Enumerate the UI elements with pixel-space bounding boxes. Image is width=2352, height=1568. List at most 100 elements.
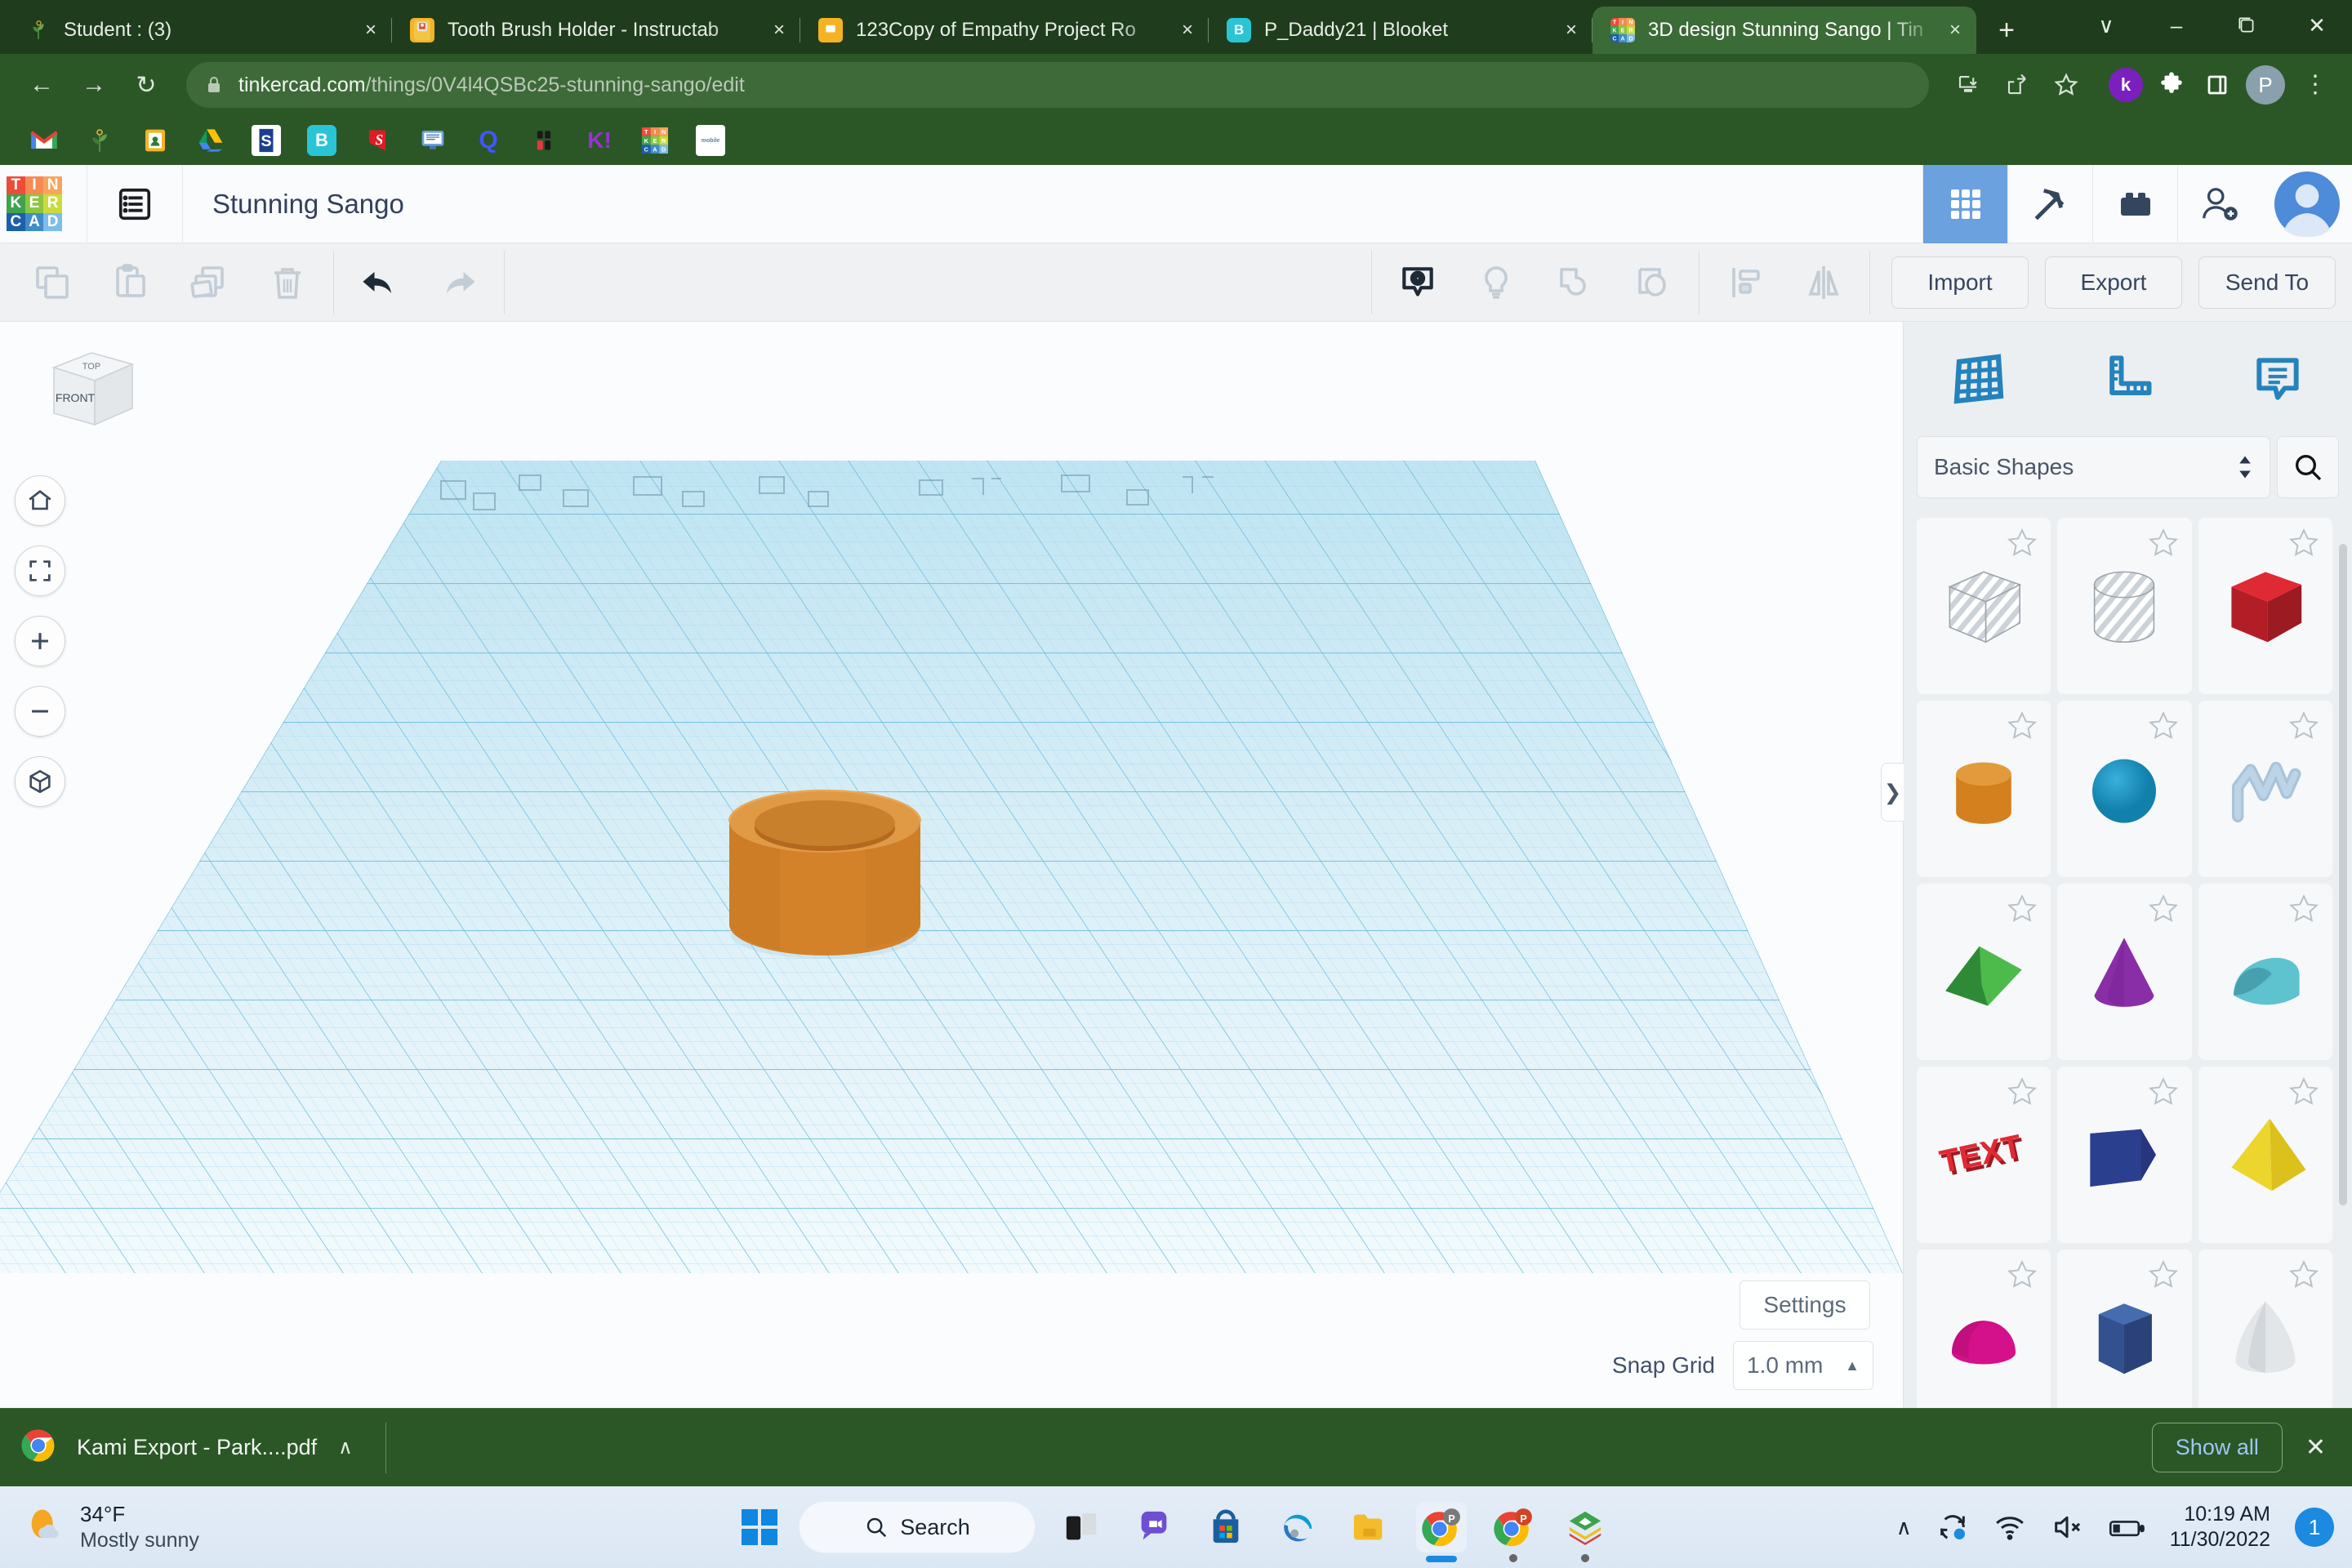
shape-search-button[interactable] <box>2277 436 2339 498</box>
favorite-star-icon[interactable] <box>2005 1075 2039 1109</box>
taskbar-clock[interactable]: 10:19 AM 11/30/2022 <box>2170 1502 2270 1553</box>
show-hide-button[interactable] <box>1379 243 1457 322</box>
avatar[interactable] <box>2262 165 2352 243</box>
fit-to-view-button[interactable] <box>15 546 65 596</box>
favorite-star-icon[interactable] <box>2146 892 2180 926</box>
blooket2-bookmark[interactable] <box>529 125 559 156</box>
drive-bookmark[interactable] <box>196 125 225 156</box>
design-canvas[interactable]: TOP FRONT Settings Snap Grid 1.0 mm ▲ <box>0 322 1903 1408</box>
favorite-star-icon[interactable] <box>2146 1258 2180 1292</box>
shape-scribble[interactable] <box>2198 701 2332 877</box>
codeblocks-button[interactable] <box>2007 164 2092 243</box>
battery-icon[interactable] <box>2108 1511 2145 1544</box>
ortho-perspective-button[interactable] <box>15 756 65 807</box>
side-panel-icon[interactable] <box>2200 68 2234 102</box>
extensions-puzzle-icon[interactable] <box>2154 68 2189 102</box>
page-title[interactable]: Stunning Sango <box>212 189 404 220</box>
paste-button[interactable] <box>91 243 170 322</box>
favorite-star-icon[interactable] <box>2287 526 2321 560</box>
blooket-bookmark[interactable]: B <box>307 125 336 156</box>
chrome-pdf-icon[interactable]: P <box>1416 1502 1467 1552</box>
shape-round-roof[interactable] <box>2198 884 2332 1060</box>
ungroup-button[interactable] <box>1614 243 1692 322</box>
browser-tab-1[interactable]: Tooth Brush Holder - Instructab × <box>392 7 800 54</box>
profile-avatar[interactable]: P <box>2246 65 2285 105</box>
delete-button[interactable] <box>248 243 327 322</box>
shape-wedge[interactable] <box>2057 1067 2192 1243</box>
tinkercad-bookmark[interactable]: TIN KER CAD <box>640 125 670 156</box>
notification-badge[interactable]: 1 <box>2295 1508 2334 1547</box>
back-button[interactable]: ← <box>18 61 65 109</box>
shape-paraboloid[interactable] <box>2198 1250 2332 1408</box>
chrome-menu-button[interactable]: ⋮ <box>2296 73 2334 97</box>
settings-button[interactable]: Settings <box>1740 1281 1870 1330</box>
shape-pyramid[interactable] <box>2198 1067 2332 1243</box>
panel-scrollbar[interactable] <box>2339 544 2347 1205</box>
shelf-close-button[interactable]: ✕ <box>2305 1433 2331 1462</box>
quizlet-bookmark[interactable]: Q <box>474 125 503 156</box>
browser-tab-3[interactable]: B P_Daddy21 | Blooket × <box>1209 7 1592 54</box>
favorite-star-icon[interactable] <box>2146 709 2180 743</box>
blocks-button[interactable] <box>2092 164 2177 243</box>
classroom-bookmark[interactable] <box>140 125 170 156</box>
view-cube[interactable]: TOP FRONT <box>41 345 144 436</box>
group-button[interactable] <box>1535 243 1614 322</box>
designs-grid-button[interactable] <box>1922 164 2007 243</box>
workplane[interactable] <box>0 444 1903 1359</box>
copy-button[interactable] <box>13 243 91 322</box>
windows-start-button[interactable] <box>742 1509 777 1545</box>
tab-close-button[interactable]: × <box>1555 14 1588 47</box>
import-button[interactable]: Import <box>1891 256 2029 309</box>
shape-category-select[interactable]: Basic Shapes <box>1917 436 2270 498</box>
shape-cylinder[interactable] <box>1917 701 2051 877</box>
chrome-powerpoint-icon[interactable]: P <box>1488 1502 1539 1552</box>
light-button[interactable] <box>1457 243 1535 322</box>
shape-roof[interactable] <box>1917 884 2051 1060</box>
undo-button[interactable] <box>341 243 419 322</box>
favorite-star-icon[interactable] <box>2287 1258 2321 1292</box>
panel-collapse-button[interactable]: ❯ <box>1881 763 1904 822</box>
shape-polygon[interactable] <box>2057 1250 2192 1408</box>
redo-button[interactable] <box>419 243 497 322</box>
download-item[interactable]: Kami Export - Park....pdf ∧ <box>21 1422 386 1473</box>
kami-extension[interactable]: k <box>2109 68 2143 102</box>
zoom-in-button[interactable] <box>15 616 65 666</box>
chevron-up-icon[interactable]: ∧ <box>338 1436 353 1459</box>
gmail-bookmark[interactable] <box>29 125 59 156</box>
shape-cone[interactable] <box>2057 884 2192 1060</box>
favorite-star-icon[interactable] <box>2287 709 2321 743</box>
scholastic-bookmark[interactable]: S <box>363 125 392 156</box>
weather-widget[interactable]: 34°F Mostly sunny <box>0 1501 199 1553</box>
shape-box[interactable] <box>2198 518 2332 694</box>
tab-close-button[interactable]: × <box>763 14 795 47</box>
shape-text[interactable]: TEXT TEXT <box>1917 1067 2051 1243</box>
show-all-button[interactable]: Show all <box>2151 1423 2283 1472</box>
share-icon[interactable] <box>1994 62 2040 108</box>
export-button[interactable]: Export <box>2045 256 2182 309</box>
favorite-star-icon[interactable] <box>2005 1258 2039 1292</box>
chat-icon[interactable] <box>1129 1502 1179 1552</box>
panel-tab-workplane[interactable] <box>1930 338 2028 420</box>
browser-tab-0[interactable]: Student : (3) × <box>8 7 392 54</box>
reload-button[interactable]: ↻ <box>122 61 170 109</box>
shape-box-hole[interactable] <box>1917 518 2051 694</box>
tab-close-button[interactable]: × <box>354 14 387 47</box>
file-explorer-icon[interactable] <box>1344 1502 1395 1552</box>
send-to-button[interactable]: Send To <box>2198 256 2336 309</box>
favorite-star-icon[interactable] <box>2005 709 2039 743</box>
zoom-out-button[interactable] <box>15 686 65 737</box>
new-tab-button[interactable]: + <box>1984 8 2029 52</box>
forward-button[interactable]: → <box>70 61 118 109</box>
panel-tab-ruler[interactable] <box>2079 338 2177 420</box>
schoology-bookmark[interactable]: S <box>252 125 281 156</box>
tab-close-button[interactable]: × <box>1171 14 1204 47</box>
bookmark-star-icon[interactable] <box>2043 62 2089 108</box>
invite-button[interactable] <box>2177 164 2262 243</box>
shape-half-sphere[interactable] <box>1917 1250 2051 1408</box>
maximize-button[interactable] <box>2212 0 2282 51</box>
favorite-star-icon[interactable] <box>2287 892 2321 926</box>
sync-icon[interactable] <box>1936 1511 1969 1544</box>
duplicate-button[interactable] <box>170 243 248 322</box>
shape-cylinder-hole[interactable] <box>2057 518 2192 694</box>
volume-muted-icon[interactable] <box>2051 1511 2083 1544</box>
